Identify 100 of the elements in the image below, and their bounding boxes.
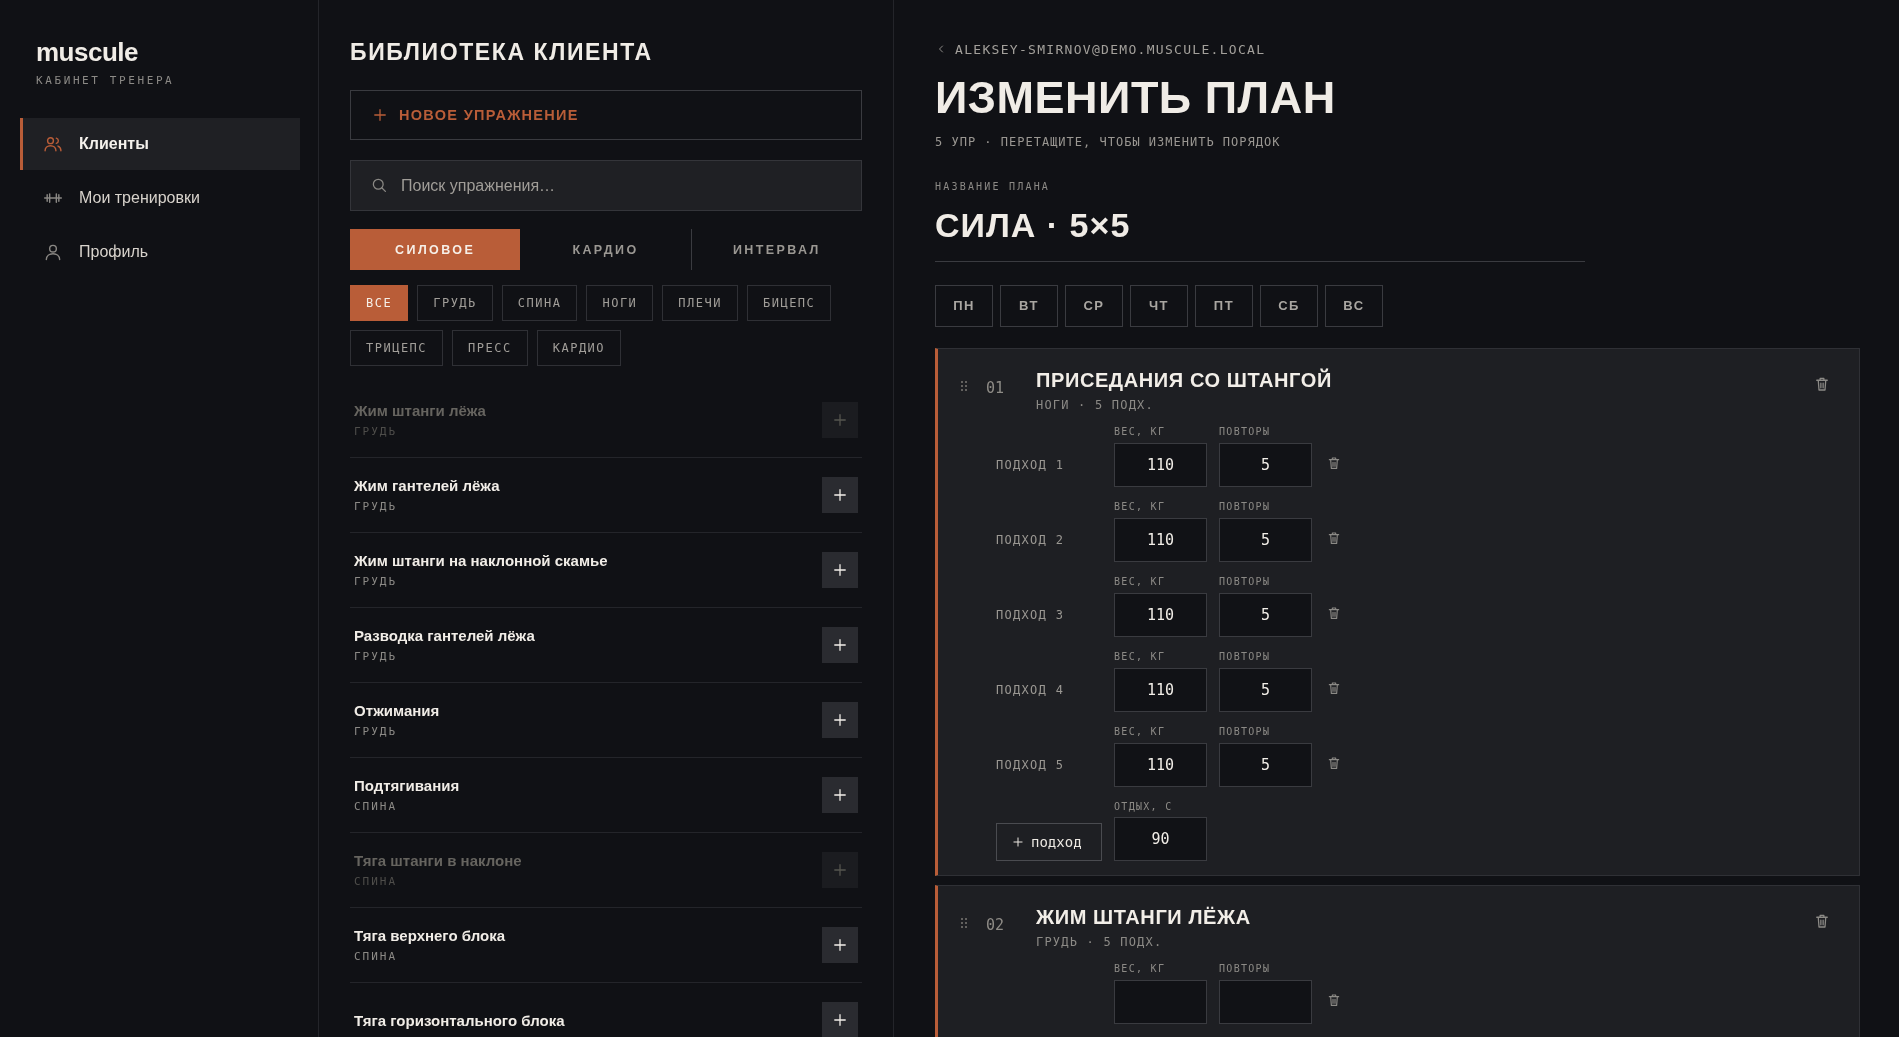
field-label: ВЕС, КГ — [1114, 650, 1167, 662]
field-label: ПОВТОРЫ — [1219, 650, 1272, 662]
weight-input[interactable]: 110 — [1114, 517, 1207, 562]
nav-item[interactable]: Профиль — [20, 226, 300, 278]
reps-input[interactable]: 5 — [1219, 517, 1312, 562]
filter-chip[interactable]: КАРДИО — [536, 330, 622, 366]
field-label: ПОВТОРЫ — [1219, 500, 1272, 512]
weight-input[interactable]: 110 — [1114, 742, 1207, 787]
nav-item[interactable]: Мои тренировки — [20, 172, 300, 224]
exercise-row[interactable]: Тяга горизонтального блока — [350, 983, 862, 1037]
plus-icon — [831, 711, 849, 729]
add-button[interactable] — [822, 777, 858, 813]
back-link[interactable]: ALEKSEY-SMIRNOV@DEMO.MUSCULE.LOCAL — [935, 41, 1266, 57]
app-subtitle: КАБИНЕТ ТРЕНЕРА — [36, 74, 175, 87]
field-label: ВЕС, КГ — [1114, 962, 1167, 974]
add-button[interactable] — [822, 477, 858, 513]
muscle-group: ГРУДЬ — [354, 575, 608, 588]
type-tab[interactable]: КАРДИО — [520, 229, 691, 270]
search-field[interactable]: Поиск упражнения… — [350, 160, 862, 211]
weight-input[interactable]: 110 — [1114, 442, 1207, 487]
exercise-number: 01 — [986, 378, 1006, 397]
add-set-button[interactable]: подход — [996, 822, 1102, 861]
day-toggle[interactable]: ПН — [935, 284, 993, 327]
filter-chip[interactable]: ГРУДЬ — [417, 285, 493, 321]
filter-chip[interactable]: ПЛЕЧИ — [662, 285, 738, 321]
exercise-row[interactable]: Разводка гантелей лёжа ГРУДЬ — [350, 608, 862, 683]
day-toggle[interactable]: ВТ — [1000, 284, 1058, 327]
plus-icon — [1011, 834, 1025, 849]
trash-icon — [1326, 992, 1342, 1008]
user-icon — [43, 242, 63, 262]
add-button[interactable] — [822, 552, 858, 588]
filter-chip[interactable]: ВСЕ — [350, 285, 409, 321]
field-label: ПОВТОРЫ — [1219, 725, 1272, 737]
field-label: ПОВТОРЫ — [1219, 425, 1272, 437]
set-label: ПОДХОД 5 — [996, 757, 1066, 772]
exercise-name: Тяга горизонтального блока — [354, 1011, 565, 1029]
exercise-number: 02 — [986, 915, 1006, 934]
rest-input[interactable]: 90 — [1114, 816, 1207, 861]
day-toggle[interactable]: ПТ — [1195, 284, 1253, 327]
day-toggle[interactable]: СР — [1065, 284, 1123, 327]
filter-chip[interactable]: ПРЕСС — [452, 330, 528, 366]
exercise-row[interactable]: Жим гантелей лёжа ГРУДЬ — [350, 458, 862, 533]
plus-icon — [831, 636, 849, 654]
muscle-group: СПИНА — [354, 800, 460, 813]
set-label: ПОДХОД 4 — [996, 682, 1066, 697]
add-button[interactable] — [822, 1002, 858, 1037]
filter-chip[interactable]: БИЦЕПС — [746, 285, 832, 321]
new-exercise-button[interactable]: НОВОЕ УПРАЖНЕНИЕ — [350, 90, 862, 140]
day-toggle[interactable]: ВС — [1325, 284, 1383, 327]
filter-chip[interactable]: СПИНА — [501, 285, 578, 321]
exercise-name: Разводка гантелей лёжа — [354, 627, 535, 644]
trash-icon — [1326, 680, 1342, 696]
field-label: НАЗВАНИЕ ПЛАНА — [935, 180, 1052, 192]
plus-icon — [831, 786, 849, 804]
reps-input[interactable]: 5 — [1219, 592, 1312, 637]
add-button[interactable] — [822, 627, 858, 663]
filter-chip[interactable]: НОГИ — [586, 285, 654, 321]
muscle-group: ГРУДЬ — [354, 650, 535, 663]
trash-icon — [1326, 605, 1342, 621]
add-button[interactable] — [822, 927, 858, 963]
users-icon — [43, 134, 63, 154]
weight-input[interactable] — [1114, 979, 1207, 1024]
plus-icon — [371, 106, 389, 124]
type-tab[interactable]: ИНТЕРВАЛ — [690, 229, 862, 270]
day-toggle[interactable]: ЧТ — [1130, 284, 1188, 327]
trash-icon — [1326, 755, 1342, 771]
reps-input[interactable]: 5 — [1219, 742, 1312, 787]
filter-chip[interactable]: ТРИЦЕПС — [350, 330, 444, 366]
muscle-group: ГРУДЬ — [354, 425, 486, 438]
exercise-name: Тяга штанги в наклоне — [354, 852, 522, 869]
exercise-row[interactable]: Жим штанги на наклонной скамье ГРУДЬ — [350, 533, 862, 608]
exercise-title: ПРИСЕДАНИЯ СО ШТАНГОЙ — [1036, 368, 1333, 392]
nav-item[interactable]: Клиенты — [20, 118, 300, 170]
muscle-group: ГРУДЬ — [354, 500, 500, 513]
weight-input[interactable]: 110 — [1114, 667, 1207, 712]
trash-icon — [1326, 530, 1342, 546]
muscle-group: СПИНА — [354, 950, 505, 963]
type-tab[interactable]: СИЛОВОЕ — [350, 229, 521, 270]
exercise-name: Отжимания — [354, 702, 440, 719]
reps-input[interactable]: 5 — [1219, 442, 1312, 487]
set-label: ПОДХОД 3 — [996, 607, 1066, 622]
page-subtitle: 5 УПР · ПЕРЕТАЩИТЕ, ЧТОБЫ ИЗМЕНИТЬ ПОРЯДОК — [935, 134, 1282, 149]
exercise-name: Подтягивания — [354, 777, 460, 794]
exercise-row[interactable]: Подтягивания СПИНА — [350, 758, 862, 833]
app-logo: muscule — [36, 37, 138, 68]
field-label: ВЕС, КГ — [1114, 425, 1167, 437]
day-toggle[interactable]: СБ — [1260, 284, 1318, 327]
muscle-group: СПИНА — [354, 875, 522, 888]
reps-input[interactable] — [1219, 979, 1312, 1024]
plan-name-field[interactable]: СИЛА · 5×5 — [935, 205, 1585, 262]
exercise-name: Жим штанги на наклонной скамье — [354, 552, 608, 569]
weight-input[interactable]: 110 — [1114, 592, 1207, 637]
field-label: ВЕС, КГ — [1114, 725, 1167, 737]
exercise-row[interactable]: Отжимания ГРУДЬ — [350, 683, 862, 758]
exercise-meta: НОГИ · 5 ПОДХ. — [1036, 397, 1155, 412]
exercise-name: Жим штанги лёжа — [354, 402, 486, 419]
add-button[interactable] — [822, 702, 858, 738]
exercise-row[interactable]: Тяга верхнего блока СПИНА — [350, 908, 862, 983]
reps-input[interactable]: 5 — [1219, 667, 1312, 712]
plus-icon — [831, 936, 849, 954]
